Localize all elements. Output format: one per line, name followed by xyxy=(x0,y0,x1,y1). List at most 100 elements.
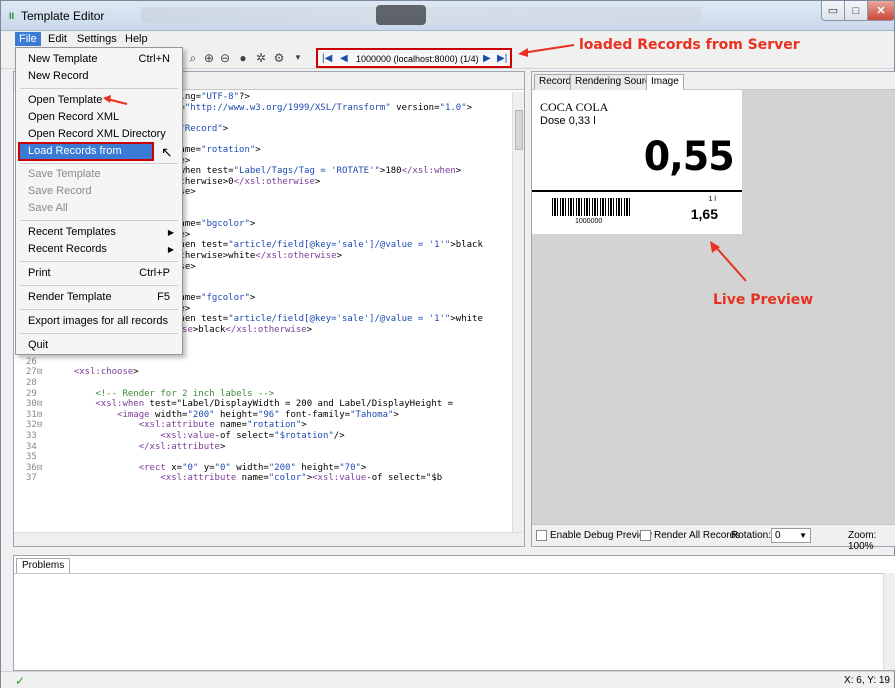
line-number: 36⊟ xyxy=(26,462,43,473)
code-line[interactable]: 29 <!-- Render for 2 inch labels --> xyxy=(14,389,512,400)
menu-item-open-template[interactable]: Open Template xyxy=(16,92,182,109)
menu-edit[interactable]: Edit xyxy=(44,32,71,46)
tab-image[interactable]: Image xyxy=(646,74,684,90)
binoculars-icon[interactable]: ⌕ xyxy=(185,50,201,66)
menu-item-quit[interactable]: Quit xyxy=(16,337,182,354)
debug-preview-checkbox[interactable] xyxy=(536,530,547,541)
submenu-arrow-icon: ▶ xyxy=(167,245,174,254)
line-number: 27⊟ xyxy=(26,367,43,378)
label-divider xyxy=(532,190,742,192)
line-number: 28 xyxy=(26,378,37,389)
preview-options-bar: Enable Debug Preview Render All Records … xyxy=(532,524,895,552)
label-preview: COCA COLA Dose 0,33 l 0,55 1000000 1 l 1… xyxy=(532,90,742,234)
code-line[interactable]: 35 xyxy=(14,452,512,463)
label-unit: 1 l xyxy=(708,196,716,203)
title-bar: II Template Editor ▭ □ ✕ xyxy=(1,1,895,31)
code-line[interactable]: 34 </xsl:attribute> xyxy=(14,442,512,453)
render-all-label: Render All Records xyxy=(654,530,741,541)
editor-vertical-scrollbar[interactable] xyxy=(512,92,524,532)
menu-item-open-record-xml[interactable]: Open Record XML xyxy=(16,109,182,126)
gear-icon[interactable]: ⚙ xyxy=(271,50,287,66)
annotation-arrow-server xyxy=(518,44,575,57)
menu-item-print[interactable]: Print Ctrl+P xyxy=(16,265,182,282)
problems-list xyxy=(14,573,895,670)
problems-panel: Problems xyxy=(13,555,895,671)
check-icon: ✓ xyxy=(15,674,26,688)
label-dose: Dose 0,33 l xyxy=(540,115,596,127)
code-line[interactable]: 32⊟ <xsl:attribute name="rotation"> xyxy=(14,420,512,431)
rotation-select[interactable]: 0 ▼ xyxy=(771,528,811,543)
first-record-button[interactable]: |◀ xyxy=(322,52,332,66)
menu-separator xyxy=(20,285,178,286)
label-brand: COCA COLA xyxy=(540,100,609,114)
file-menu-dropdown: New Template Ctrl+N New Record Open Templ… xyxy=(15,47,183,355)
render-all-checkbox[interactable] xyxy=(640,530,651,541)
debug-preview-label: Enable Debug Preview xyxy=(550,530,652,541)
menu-item-render-template[interactable]: Render Template F5 xyxy=(16,289,182,306)
code-line[interactable]: 28 xyxy=(14,378,512,389)
annotation-arrow-preview xyxy=(710,241,747,282)
zoom-out-icon[interactable]: ⊖ xyxy=(217,50,233,66)
menu-item-new-template[interactable]: New Template Ctrl+N xyxy=(16,51,182,68)
rotation-label: Rotation: xyxy=(731,530,772,541)
status-bar: ✓ X: 6, Y: 19 xyxy=(1,671,894,688)
menu-separator xyxy=(20,333,178,334)
code-line[interactable]: 31⊟ <image width="200" height="96" font-… xyxy=(14,410,512,421)
preview-panel: Record Rendering Source Image COCA COLA … xyxy=(531,71,895,552)
annotation-server-label: loaded Records from Server xyxy=(579,37,800,53)
stop-icon[interactable]: ● xyxy=(235,50,251,66)
minimize-button[interactable]: ▭ xyxy=(821,1,845,21)
zoom-in-icon[interactable]: ⊕ xyxy=(201,50,217,66)
code-line[interactable]: 27⊟ <xsl:choose> xyxy=(14,367,512,378)
code-line[interactable]: 37 <xsl:attribute name="color"><xsl:valu… xyxy=(14,473,512,484)
label-price: 0,55 xyxy=(644,134,735,180)
line-number: 33 xyxy=(26,431,37,441)
menu-item-save-record: Save Record xyxy=(28,185,92,197)
code-line[interactable]: 33 <xsl:value-of select="$rotation"/> xyxy=(14,431,512,442)
menu-file[interactable]: File xyxy=(15,32,41,46)
menu-item-save-all: Save All xyxy=(28,202,68,214)
menu-item-recent-templates[interactable]: Recent Templates ▶ xyxy=(16,224,182,241)
line-number: 30⊟ xyxy=(26,399,43,410)
last-record-button[interactable]: ▶| xyxy=(497,52,507,66)
tab-problems[interactable]: Problems xyxy=(16,558,71,573)
menu-item-open-record-xml-directory[interactable]: Open Record XML Directory xyxy=(16,126,182,143)
code-line[interactable]: 30⊟ <xsl:when test="Label/DisplayWidth =… xyxy=(14,399,512,410)
template-editor-window: II Template Editor ▭ □ ✕ File Edit Setti… xyxy=(0,0,895,688)
close-button[interactable]: ✕ xyxy=(867,1,895,21)
next-record-button[interactable]: ▶ xyxy=(483,52,491,66)
menu-separator xyxy=(20,220,178,221)
code-line[interactable]: 36⊟ <rect x="0" y="0" width="200" height… xyxy=(14,463,512,474)
menu-help[interactable]: Help xyxy=(121,32,152,46)
settings-icon[interactable]: ✲ xyxy=(253,50,269,66)
line-number: 32⊟ xyxy=(26,420,43,431)
blurred-background xyxy=(141,5,701,25)
menu-item-new-record[interactable]: New Record xyxy=(16,68,182,85)
rotation-value: 0 xyxy=(775,530,781,541)
annotation-preview-label: Live Preview xyxy=(713,292,814,308)
menu-settings[interactable]: Settings xyxy=(73,32,121,46)
annotation-arrow-menu xyxy=(103,95,128,105)
editor-horizontal-scrollbar[interactable] xyxy=(14,532,524,546)
line-number: 34 xyxy=(26,441,37,452)
record-navigator: |◀ ◀ 1000000 (localhost:8000) (1/4) ▶ ▶| xyxy=(316,48,512,68)
menu-item-recent-records[interactable]: Recent Records ▶ xyxy=(16,241,182,258)
maximize-button[interactable]: □ xyxy=(844,1,868,21)
cursor-coordinates: X: 6, Y: 19 xyxy=(844,675,890,686)
menu-separator xyxy=(20,88,178,89)
code-line[interactable]: 26 xyxy=(14,357,512,368)
menu-separator xyxy=(20,163,178,164)
preview-tabs: Record Rendering Source Image xyxy=(532,72,895,90)
line-number: 31⊟ xyxy=(26,409,43,420)
menu-item-load-records-from-server[interactable]: Load Records from Server xyxy=(18,142,154,174)
chevron-down-icon: ▼ xyxy=(799,531,807,540)
barcode-number: 1000000 xyxy=(575,218,603,225)
previous-record-button[interactable]: ◀ xyxy=(340,52,348,66)
line-number: 37 xyxy=(26,473,37,484)
problems-scrollbar[interactable] xyxy=(883,573,895,670)
menu-item-save-template: Save Template xyxy=(28,168,101,180)
submenu-arrow-icon: ▶ xyxy=(167,228,174,237)
chevron-down-icon[interactable]: ▼ xyxy=(290,50,306,66)
menu-separator xyxy=(20,261,178,262)
menu-item-export-images[interactable]: Export images for all records xyxy=(16,313,182,330)
